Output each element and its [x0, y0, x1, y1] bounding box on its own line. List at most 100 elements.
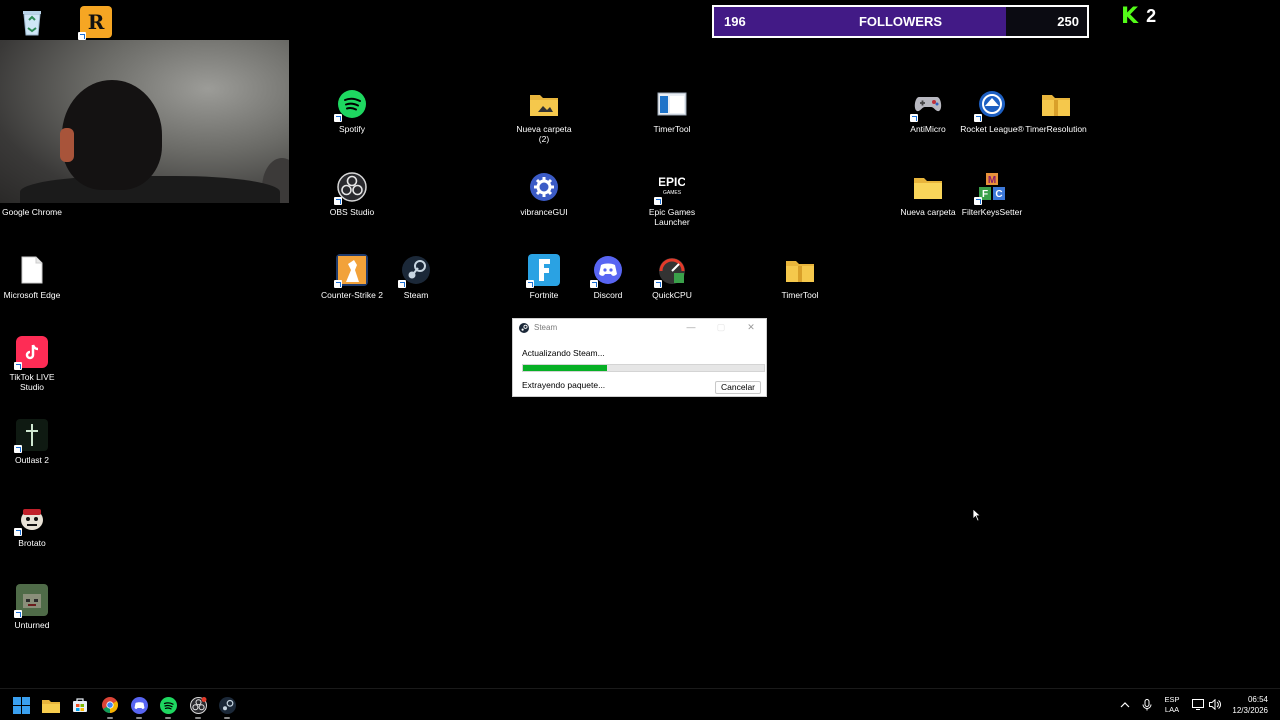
desktop-icon-google-chrome[interactable]: Google Chrome	[0, 171, 64, 217]
quickcpu-gauge-icon	[654, 254, 688, 288]
taskbar-microsoft-store[interactable]	[70, 695, 90, 715]
icon-label: OBS Studio	[329, 207, 375, 217]
desktop-icon-tiktok-live-studio[interactable]: TikTok LIVE Studio	[0, 336, 64, 392]
minimize-button[interactable]: —	[676, 322, 706, 333]
cancel-button[interactable]: Cancelar	[715, 381, 761, 394]
icon-label: Discord	[593, 290, 623, 300]
timertool-icon	[656, 88, 688, 120]
desktop-icon-rocket-league[interactable]: Rocket League®	[960, 88, 1024, 134]
gear-icon	[528, 171, 560, 203]
start-button[interactable]	[11, 695, 31, 715]
taskbar: ESP LAA 06:54 12/3/2026	[0, 688, 1280, 720]
kick-count: 2	[1146, 6, 1157, 26]
icon-label: Unturned	[14, 620, 50, 630]
icon-label: Google Chrome	[1, 207, 62, 217]
discord-icon	[590, 254, 624, 288]
icon-label: TikTok LIVE Studio	[9, 372, 55, 392]
gamepad-icon	[910, 88, 944, 122]
windows-logo-icon	[12, 696, 30, 714]
brotato-icon	[14, 502, 48, 536]
dialog-message: Actualizando Steam...	[522, 348, 605, 358]
icon-label: Fortnite	[529, 290, 559, 300]
icon-label: FilterKeysSetter	[961, 207, 1023, 217]
taskbar-discord[interactable]	[129, 695, 149, 719]
icon-label: Counter-Strike 2	[321, 290, 383, 300]
followers-goal: 250	[1057, 14, 1079, 29]
dialog-title: Steam	[534, 323, 558, 332]
spotify-icon	[159, 696, 177, 714]
desktop-icon-outlast-2[interactable]: Outlast 2	[0, 419, 64, 465]
icon-label: Spotify	[339, 124, 365, 134]
followers-goal-bar: 196 FOLLOWERS 250	[712, 5, 1089, 38]
desktop-icon-timertool-2[interactable]: TimerTool	[768, 254, 832, 300]
show-hidden-icons-button[interactable]	[1120, 689, 1130, 720]
obs-studio-icon	[189, 696, 207, 714]
obs-studio-icon	[334, 171, 368, 205]
taskbar-spotify[interactable]	[158, 695, 178, 719]
mouse-cursor-icon	[972, 508, 982, 522]
clock[interactable]: 06:54 12/3/2026	[1222, 689, 1268, 720]
desktop-icon-discord[interactable]: Discord	[576, 254, 640, 300]
taskbar-obs-studio[interactable]	[188, 695, 208, 719]
desktop-icon-steam[interactable]: Steam	[384, 254, 448, 300]
steam-icon	[218, 696, 236, 714]
keyboard-layout: LAA	[1164, 704, 1180, 714]
chrome-icon	[102, 697, 118, 713]
dialog-status: Extrayendo paquete...	[522, 380, 606, 390]
steam-logo-icon	[519, 322, 529, 333]
discord-icon	[130, 696, 148, 714]
icon-label: TimerTool	[781, 290, 819, 300]
folder-icon	[784, 254, 816, 286]
volume-tray[interactable]	[1209, 689, 1221, 720]
desktop-icon-timertool-1[interactable]: TimerTool	[640, 88, 704, 134]
icon-label: AntiMicro	[910, 124, 946, 134]
desktop-icon-fortnite[interactable]: Fortnite	[512, 254, 576, 300]
filterkeys-blocks-icon: MFC	[974, 171, 1008, 205]
tiktok-live-icon	[14, 336, 48, 370]
language-indicator[interactable]: ESP LAA	[1162, 689, 1182, 720]
svg-text:M: M	[988, 175, 996, 186]
taskbar-steam[interactable]	[217, 695, 237, 719]
desktop-icon-spotify[interactable]: Spotify	[320, 88, 384, 134]
taskbar-file-explorer[interactable]	[41, 695, 61, 715]
desktop-icon-nueva-carpeta[interactable]: Nueva carpeta	[896, 171, 960, 217]
folder-icon	[1040, 88, 1072, 120]
desktop-icon-counter-strike-2[interactable]: Counter-Strike 2	[320, 254, 384, 300]
icon-label: vibranceGUI	[520, 207, 568, 217]
desktop-icon-rockstar[interactable]: R	[64, 6, 128, 40]
desktop-icon-nueva-carpeta-2[interactable]: Nueva carpeta (2)	[512, 88, 576, 144]
desktop-icon-brotato[interactable]: Brotato	[0, 502, 64, 548]
network-tray[interactable]	[1192, 689, 1204, 720]
kick-logo-icon: K	[1121, 4, 1139, 29]
desktop-icon-recycle-bin[interactable]	[0, 6, 64, 38]
desktop-icon-epic-games[interactable]: EPIC GAMES Epic Games Launcher	[640, 171, 704, 227]
icon-label: Rocket League®	[960, 124, 1024, 134]
desktop-icon-obs-studio[interactable]: OBS Studio	[320, 171, 384, 217]
kick-viewer-counter: K 2	[1121, 4, 1156, 29]
desktop-icon-quickcpu[interactable]: QuickCPU	[640, 254, 704, 300]
epic-games-icon: EPIC GAMES	[654, 171, 688, 205]
chevron-up-icon	[1120, 701, 1130, 707]
icon-label: TimerResolution	[1025, 124, 1087, 134]
folder-icon	[528, 88, 560, 120]
network-monitor-icon	[1192, 699, 1204, 710]
icon-label: Outlast 2	[14, 455, 50, 465]
dialog-titlebar[interactable]: Steam — ▢ ✕	[513, 319, 766, 336]
svg-text:C: C	[995, 189, 1002, 200]
svg-text:EPIC: EPIC	[659, 175, 685, 189]
icon-label: Brotato	[18, 538, 46, 548]
desktop-icon-timerresolution[interactable]: TimerResolution	[1024, 88, 1088, 134]
fortnite-icon	[526, 254, 560, 288]
icon-label: Microsoft Edge	[3, 290, 61, 300]
desktop-icon-unturned[interactable]: Unturned	[0, 584, 64, 630]
icon-label: Nueva carpeta (2)	[516, 124, 572, 144]
taskbar-google-chrome[interactable]	[100, 695, 120, 719]
outlast-2-icon	[14, 419, 48, 453]
desktop-icon-filterkeyssetter[interactable]: MFC FilterKeysSetter	[960, 171, 1024, 217]
close-button[interactable]: ✕	[736, 322, 766, 333]
update-progress-fill	[523, 365, 608, 371]
desktop-icon-vibrancegui[interactable]: vibranceGUI	[512, 171, 576, 217]
desktop-icon-microsoft-edge[interactable]: Microsoft Edge	[0, 254, 64, 300]
microphone-tray[interactable]	[1142, 689, 1152, 720]
desktop-icon-antimicro[interactable]: AntiMicro	[896, 88, 960, 134]
